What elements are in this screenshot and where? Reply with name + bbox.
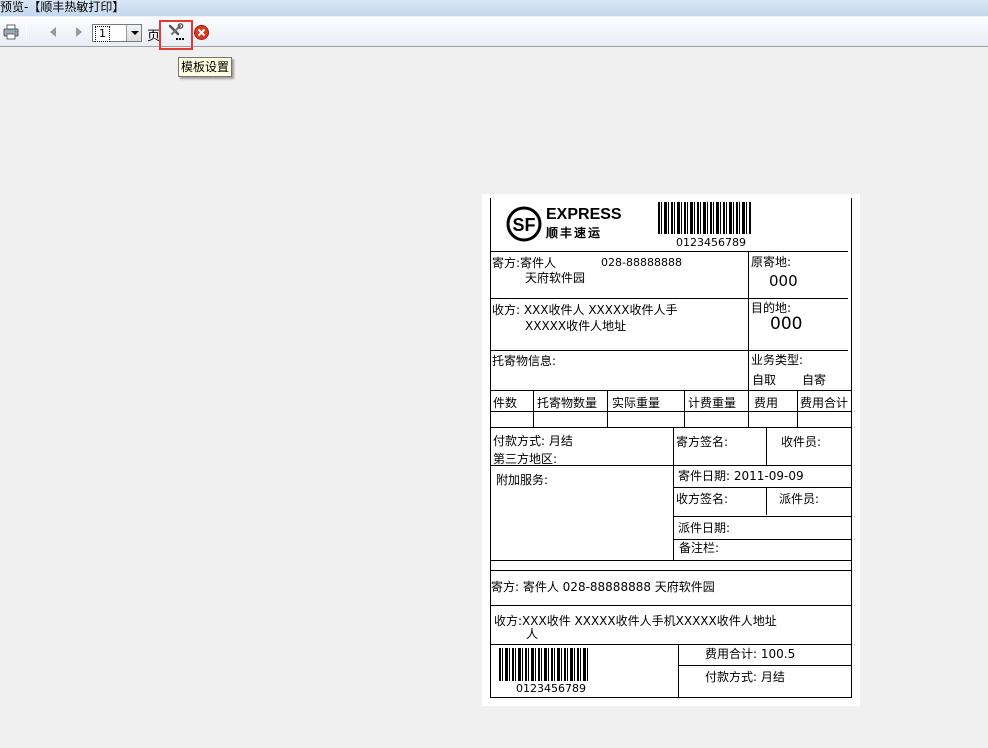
divider: [490, 298, 748, 299]
table-header-fee-total: 费用合计: [800, 396, 849, 410]
divider: [490, 605, 852, 606]
table-header-fee: 费用: [754, 396, 779, 410]
table-header-pieces: 件数: [493, 396, 518, 410]
table-header-actual-weight: 实际重量: [612, 396, 661, 410]
divider: [673, 427, 674, 560]
sender-address: 天府软件园: [525, 271, 586, 285]
stub-receiver-line-1: 收方:XXX收件 XXXXX收件人手机XXXXX收件人地址: [494, 614, 777, 628]
origin-title: 原寄地:: [751, 255, 792, 269]
divider: [673, 516, 852, 517]
window-title-bar: 预览-【顺丰热敏打印】: [0, 0, 988, 16]
divider: [490, 697, 852, 698]
table-header-cargo-qty: 托寄物数量: [537, 396, 598, 410]
close-icon[interactable]: [193, 24, 209, 40]
divider: [490, 465, 852, 466]
sender-signature-label: 寄方签名:: [676, 435, 729, 449]
template-settings-tooltip: 模板设置: [178, 57, 232, 77]
divider: [533, 390, 534, 427]
divider: [684, 390, 685, 427]
divider: [490, 251, 848, 252]
divider: [607, 390, 608, 427]
divider: [766, 427, 767, 466]
divider: [673, 539, 852, 540]
page-number-select[interactable]: 1: [92, 24, 142, 42]
divider: [490, 570, 852, 571]
receiver-line-1: 收方: XXX收件人 XXXXX收件人手: [492, 303, 678, 317]
sender-title: 寄方:寄件人: [492, 256, 557, 270]
receiver-line-2: XXXXX收件人地址: [525, 319, 627, 333]
dispatcher-label: 派件员:: [779, 492, 820, 506]
payment-method: 付款方式: 月结: [493, 434, 573, 448]
divider: [490, 644, 852, 645]
logo-cn-text: 顺丰速运: [546, 226, 603, 240]
remarks-label: 备注栏:: [679, 541, 720, 555]
divider: [490, 350, 848, 351]
label-frame-right: [851, 198, 852, 698]
next-page-icon[interactable]: [72, 24, 86, 40]
sf-express-logo: SF EXPRESS 顺丰速运: [506, 206, 622, 242]
delivery-date-label: 派件日期:: [678, 521, 731, 535]
divider: [673, 487, 852, 488]
destination-code: 000: [770, 314, 803, 334]
logo-brand-text: EXPRESS: [546, 206, 622, 223]
page-number-value: 1: [95, 26, 110, 42]
receiver-signature-label: 收方签名:: [676, 492, 729, 506]
biz-type-self-send: 自寄: [802, 373, 827, 387]
biz-type-self-pickup: 自取: [752, 373, 777, 387]
fee-total: 费用合计: 100.5: [705, 647, 796, 661]
prev-page-icon[interactable]: [46, 24, 60, 40]
preview-toolbar: 1 页: [0, 17, 988, 47]
window-title: 预览-【顺丰热敏打印】: [0, 0, 125, 14]
stub-payment-method: 付款方式: 月结: [705, 670, 785, 684]
destination-title: 目的地:: [751, 301, 792, 315]
divider: [766, 487, 767, 515]
shipping-label-preview: SF EXPRESS 顺丰速运 0123456789 寄方:寄件人 028-88…: [482, 194, 860, 706]
send-date: 寄件日期: 2011-09-09: [678, 469, 804, 483]
tracking-number-bottom: 0123456789: [516, 682, 586, 695]
biz-type-title: 业务类型:: [751, 353, 804, 367]
divider: [748, 251, 749, 393]
divider: [748, 390, 749, 427]
third-party-region: 第三方地区:: [493, 452, 558, 466]
label-frame-left: [490, 198, 491, 698]
collector-label: 收件员:: [781, 435, 822, 449]
extra-service-label: 附加服务:: [496, 473, 549, 487]
divider: [678, 644, 679, 697]
stub-sender: 寄方: 寄件人 028-88888888 天府软件园: [491, 580, 715, 594]
tracking-number-top: 0123456789: [676, 236, 746, 249]
divider: [748, 298, 848, 299]
divider: [490, 560, 852, 561]
divider: [797, 390, 798, 427]
table-header-billing-weight: 计费重量: [688, 396, 737, 410]
stub-receiver-line-2: 人: [526, 627, 539, 641]
chevron-down-icon[interactable]: [126, 25, 141, 41]
toolbar-separator: [26, 23, 27, 41]
origin-code: 000: [769, 272, 798, 290]
printer-icon[interactable]: [2, 23, 20, 41]
divider: [678, 665, 852, 666]
tracking-barcode-top: [658, 202, 752, 234]
sender-phone: 028-88888888: [601, 256, 682, 269]
svg-text:SF: SF: [512, 215, 535, 235]
divider: [490, 427, 852, 428]
template-settings-highlight: [159, 20, 193, 50]
cargo-info-label: 托寄物信息:: [492, 354, 557, 368]
tracking-barcode-bottom: [499, 648, 589, 681]
